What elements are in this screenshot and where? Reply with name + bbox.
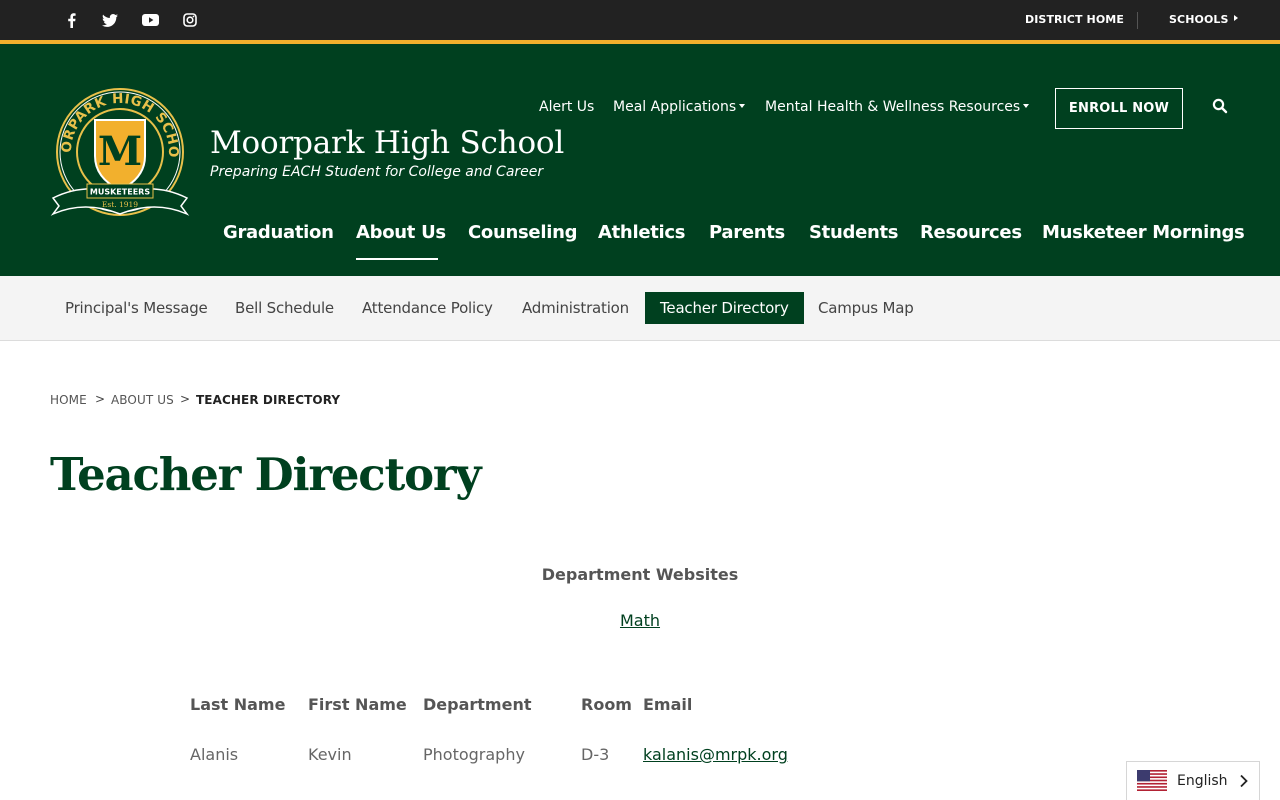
school-tagline: Preparing EACH Student for College and C…	[210, 164, 544, 180]
email-link[interactable]: kalanis@mrpk.org	[643, 745, 788, 764]
instagram-icon[interactable]	[181, 11, 199, 29]
page-title: Teacher Directory	[50, 448, 482, 501]
breadcrumb-home[interactable]: HOME	[50, 393, 87, 407]
column-header-room: Room	[581, 695, 632, 714]
logo-letter: M	[98, 128, 142, 175]
cell-last-name: Alanis	[190, 745, 239, 764]
alert-us-link[interactable]: Alert Us	[539, 99, 594, 115]
enroll-now-button[interactable]: ENROLL NOW	[1055, 88, 1183, 129]
district-home-link[interactable]: DISTRICT HOME	[1025, 13, 1124, 26]
breadcrumb-about-us[interactable]: ABOUT US	[111, 393, 174, 407]
subnav-administration[interactable]: Administration	[507, 292, 644, 324]
mental-health-dropdown[interactable]: Mental Health & Wellness Resources	[765, 99, 1030, 115]
divider	[1137, 12, 1138, 29]
column-header-department: Department	[423, 695, 532, 714]
caret-down-icon	[1023, 104, 1030, 108]
meal-applications-label: Meal Applications	[613, 99, 737, 115]
nav-musketeer-mornings[interactable]: Musketeer Mornings	[1042, 222, 1245, 243]
youtube-icon[interactable]	[141, 11, 159, 29]
breadcrumb-separator: >	[95, 392, 106, 406]
school-name[interactable]: Moorpark High School	[210, 125, 564, 161]
cell-email: kalanis@mrpk.org	[643, 745, 788, 764]
schools-label: SCHOOLS	[1169, 13, 1229, 26]
cell-department: Photography	[423, 745, 525, 764]
chevron-right-icon	[1240, 774, 1248, 788]
subnav-bell-schedule[interactable]: Bell Schedule	[220, 292, 349, 324]
subnav-teacher-directory[interactable]: Teacher Directory	[645, 292, 804, 324]
nav-parents[interactable]: Parents	[709, 222, 785, 243]
column-header-last-name: Last Name	[190, 695, 286, 714]
site-header: MOORPARK HIGH SCHOOL M MUSKETEERS Est. 1…	[0, 44, 1280, 276]
language-label: English	[1177, 773, 1228, 789]
subnav-principals-message[interactable]: Principal's Message	[50, 292, 223, 324]
logo-ribbon-text: MUSKETEERS	[90, 188, 150, 197]
breadcrumb-current: TEACHER DIRECTORY	[196, 393, 341, 407]
cell-room: D-3	[581, 745, 610, 764]
active-nav-indicator	[356, 258, 438, 260]
nav-resources[interactable]: Resources	[920, 222, 1022, 243]
schools-dropdown[interactable]: SCHOOLS	[1169, 13, 1238, 26]
math-department-link[interactable]: Math	[620, 611, 660, 630]
logo-est-text: Est. 1919	[102, 200, 138, 209]
utility-bar: DISTRICT HOME SCHOOLS	[0, 0, 1280, 40]
search-icon[interactable]	[1212, 98, 1228, 114]
cell-first-name: Kevin	[308, 745, 352, 764]
nav-athletics[interactable]: Athletics	[598, 222, 685, 243]
section-subnav: Principal's Message Bell Schedule Attend…	[0, 276, 1280, 341]
caret-right-icon	[1233, 15, 1238, 21]
nav-graduation[interactable]: Graduation	[223, 222, 334, 243]
department-websites-heading: Department Websites	[541, 565, 739, 584]
nav-students[interactable]: Students	[809, 222, 899, 243]
mental-health-label: Mental Health & Wellness Resources	[765, 99, 1021, 115]
subnav-attendance-policy[interactable]: Attendance Policy	[347, 292, 508, 324]
nav-about-us[interactable]: About Us	[356, 222, 446, 243]
nav-counseling[interactable]: Counseling	[468, 222, 577, 243]
us-flag-icon	[1137, 770, 1167, 791]
facebook-icon[interactable]	[62, 11, 80, 29]
breadcrumb-separator: >	[180, 392, 191, 406]
column-header-first-name: First Name	[308, 695, 407, 714]
caret-down-icon	[739, 104, 746, 108]
subnav-campus-map[interactable]: Campus Map	[803, 292, 929, 324]
school-logo[interactable]: MOORPARK HIGH SCHOOL M MUSKETEERS Est. 1…	[42, 74, 191, 226]
column-header-email: Email	[643, 695, 693, 714]
language-selector[interactable]: English	[1126, 761, 1260, 800]
meal-applications-dropdown[interactable]: Meal Applications	[613, 99, 746, 115]
department-link-row: Math	[0, 611, 1280, 630]
twitter-icon[interactable]	[101, 11, 119, 29]
